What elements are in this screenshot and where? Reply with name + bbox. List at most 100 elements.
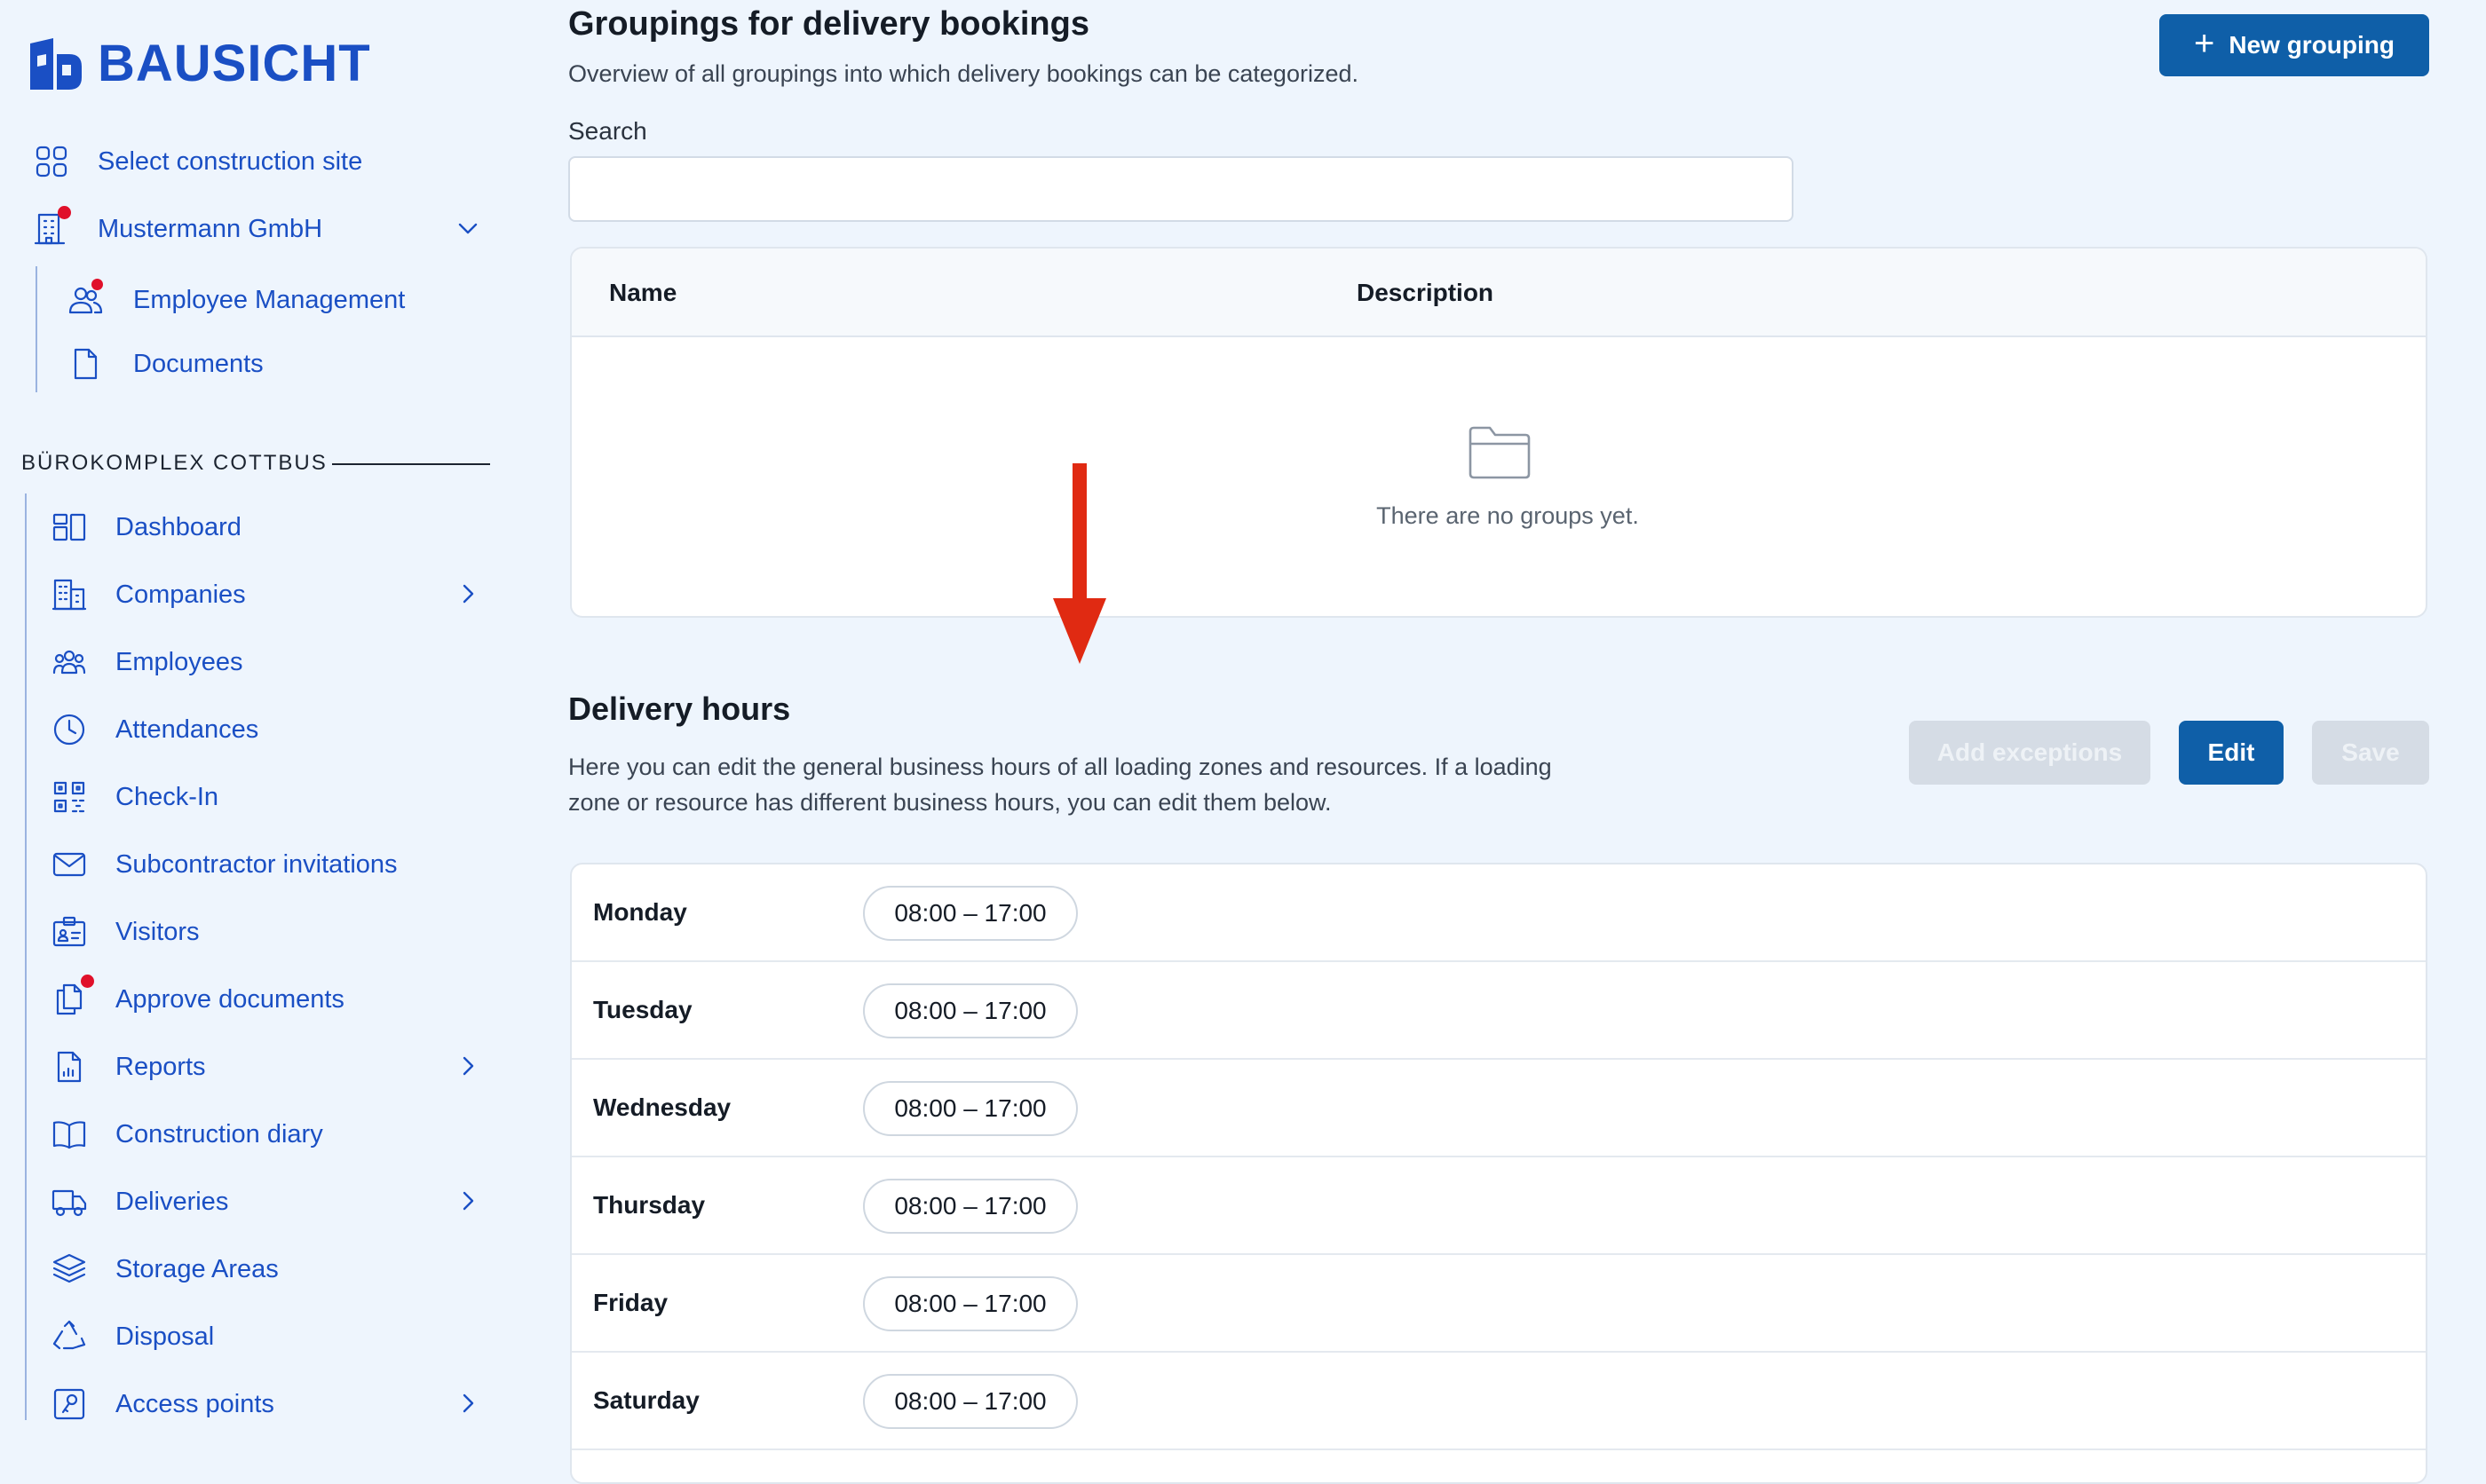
chevron-right-icon[interactable] (456, 1392, 479, 1415)
users-icon (66, 279, 105, 320)
documents-icon (50, 975, 94, 1019)
logo-icon (30, 37, 82, 90)
sidebar-item-construction-diary[interactable]: Construction diary (50, 1115, 323, 1154)
sidebar-item-deliveries[interactable]: Deliveries (50, 1182, 228, 1221)
clock-icon (50, 710, 89, 749)
recycle-icon (50, 1317, 89, 1356)
sidebar-item-employees[interactable]: Employees (50, 643, 242, 682)
dashboard-icon (50, 508, 89, 547)
day-label: Monday (593, 898, 687, 926)
table-row: Wednesday 08:00 – 17:00 (572, 1060, 2426, 1157)
table-row: Tuesday 08:00 – 17:00 (572, 962, 2426, 1060)
save-button[interactable]: Save (2312, 721, 2429, 785)
new-grouping-button[interactable]: + New grouping (2159, 14, 2429, 76)
chevron-right-icon[interactable] (456, 1189, 479, 1212)
table-row: Thursday 08:00 – 17:00 (572, 1157, 2426, 1255)
page-title: Groupings for delivery bookings (568, 5, 1089, 43)
chevron-right-icon[interactable] (456, 1054, 479, 1077)
table-header: Name Description (572, 249, 2426, 337)
sidebar-item-label: Reports (115, 1052, 206, 1081)
truck-icon (50, 1182, 89, 1221)
hours-pill[interactable]: 08:00 – 17:00 (863, 1276, 1078, 1331)
empty-state-text: There are no groups yet. (1376, 502, 1639, 529)
hours-pill[interactable]: 08:00 – 17:00 (863, 1081, 1078, 1136)
day-label: Friday (593, 1289, 669, 1316)
table-row: Saturday 08:00 – 17:00 (572, 1353, 2426, 1450)
sidebar-item-label: Check-In (115, 782, 219, 811)
chevron-down-icon[interactable] (456, 217, 479, 240)
sidebar-item-attendances[interactable]: Attendances (50, 710, 258, 749)
column-header-description[interactable]: Description (1357, 279, 1493, 307)
sidebar-item-label: Approve documents (115, 984, 344, 1014)
sidebar-item-reports[interactable]: Reports (50, 1047, 206, 1086)
sidebar-item-check-in[interactable]: Check-In (50, 778, 218, 817)
sidebar-item-label: Disposal (115, 1322, 215, 1351)
sidebar-item-visitors[interactable]: Visitors (50, 912, 200, 951)
sidebar: BAUSICHT Select construction site Muster… (0, 0, 515, 1420)
sidebar-item-label: Subcontractor invitations (115, 849, 398, 879)
new-grouping-label: New grouping (2229, 31, 2395, 59)
search-label: Search (568, 117, 647, 145)
day-label: Tuesday (593, 996, 693, 1023)
qr-code-icon (50, 778, 89, 817)
brand[interactable]: BAUSICHT (27, 34, 371, 93)
mail-icon (50, 845, 89, 884)
book-icon (50, 1115, 89, 1154)
building-icon (32, 206, 71, 249)
table-row: Monday 08:00 – 17:00 (572, 864, 2426, 962)
sidebar-item-access-points[interactable]: Access points (50, 1385, 274, 1424)
sidebar-item-employee-management[interactable]: Employee Management (66, 279, 406, 320)
sidebar-item-documents[interactable]: Documents (66, 344, 264, 383)
building-icon (50, 575, 89, 614)
sidebar-item-approve-documents[interactable]: Approve documents (50, 975, 344, 1019)
plus-icon: + (2193, 23, 2215, 63)
access-icon (50, 1385, 89, 1424)
hours-pill[interactable]: 08:00 – 17:00 (863, 983, 1078, 1038)
document-icon (66, 344, 105, 383)
sidebar-item-label: Documents (133, 349, 264, 378)
notification-dot (58, 206, 71, 219)
sidebar-item-company[interactable]: Mustermann GmbH (32, 206, 323, 249)
page-subtitle: Overview of all groupings into which del… (568, 60, 1358, 87)
sidebar-item-storage-areas[interactable]: Storage Areas (50, 1250, 279, 1289)
layers-icon (50, 1250, 89, 1289)
delivery-hours-description: Here you can edit the general business h… (568, 754, 1552, 816)
sidebar-item-label: Employee Management (133, 285, 406, 314)
report-icon (50, 1047, 89, 1086)
search-input[interactable] (568, 156, 1793, 222)
sidebar-item-subcontractor-invitations[interactable]: Subcontractor invitations (50, 845, 398, 884)
sidebar-item-label: Visitors (115, 917, 200, 946)
chevron-right-icon[interactable] (456, 582, 479, 605)
sidebar-item-select-site[interactable]: Select construction site (32, 142, 362, 181)
sidebar-item-label: Select construction site (98, 146, 363, 176)
sidebar-item-label: Construction diary (115, 1119, 323, 1149)
notification-dot (81, 975, 94, 988)
hours-pill[interactable]: 08:00 – 17:00 (863, 886, 1078, 941)
edit-button[interactable]: Edit (2179, 721, 2284, 785)
delivery-hours-table: Monday 08:00 – 17:00 Tuesday 08:00 – 17:… (570, 863, 2427, 1484)
sidebar-item-label: Companies (115, 580, 246, 609)
day-label: Thursday (593, 1191, 706, 1219)
delivery-hours-title: Delivery hours (568, 691, 791, 727)
sidebar-item-dashboard[interactable]: Dashboard (50, 508, 241, 547)
sidebar-item-disposal[interactable]: Disposal (50, 1317, 214, 1356)
divider (332, 463, 490, 465)
add-exceptions-button[interactable]: Add exceptions (1909, 721, 2150, 785)
hours-pill[interactable]: 08:00 – 17:00 (863, 1179, 1078, 1234)
sidebar-item-companies[interactable]: Companies (50, 575, 246, 614)
sidebar-item-label: Dashboard (115, 512, 241, 541)
employees-icon (50, 643, 89, 682)
hours-pill[interactable]: 08:00 – 17:00 (863, 1374, 1078, 1429)
grid-icon (32, 142, 71, 181)
section-title: BÜROKOMPLEX COTTBUS (21, 451, 328, 475)
folder-icon (1467, 424, 1532, 481)
brand-name: BAUSICHT (98, 35, 371, 92)
sidebar-item-label: Attendances (115, 714, 259, 744)
column-header-name[interactable]: Name (609, 279, 677, 307)
groupings-table: Name Description There are no groups yet… (570, 247, 2427, 618)
annotation-arrow-icon (1053, 463, 1106, 664)
table-row: Friday 08:00 – 17:00 (572, 1255, 2426, 1353)
sidebar-item-label: Mustermann GmbH (98, 214, 323, 243)
sidebar-item-label: Deliveries (115, 1187, 229, 1216)
id-badge-icon (50, 912, 89, 951)
